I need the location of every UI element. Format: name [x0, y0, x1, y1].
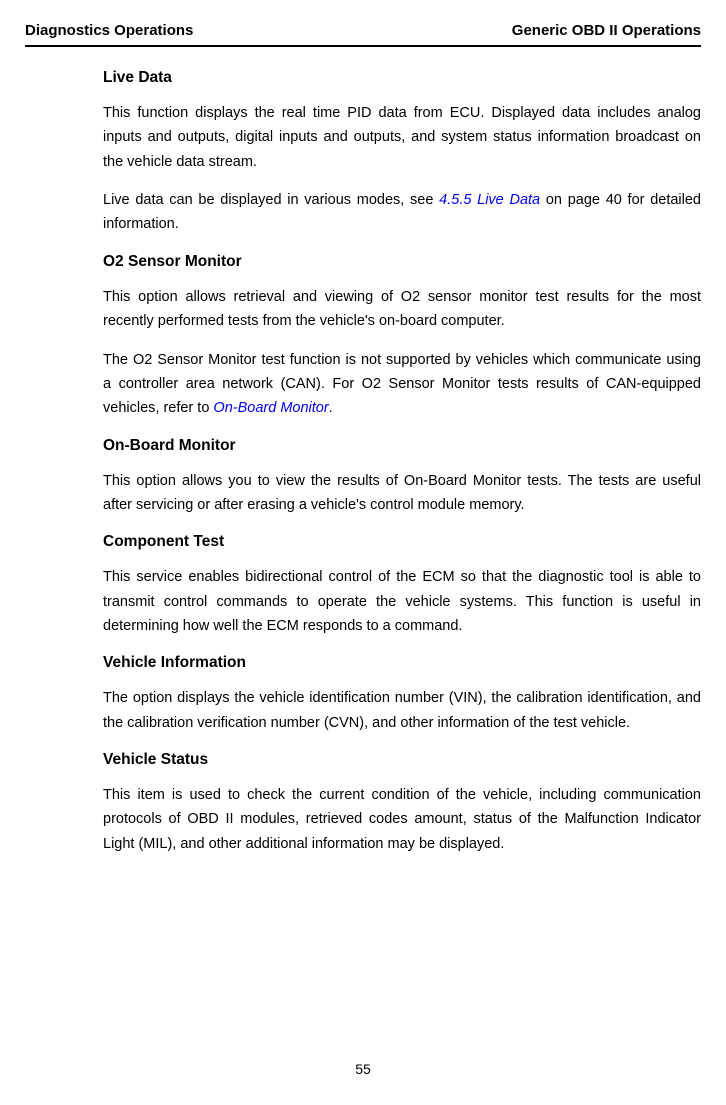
text-pre: The O2 Sensor Monitor test function is n… — [103, 352, 701, 417]
paragraph-vehicle-info-1: The option displays the vehicle identifi… — [103, 686, 701, 735]
paragraph-o2-sensor-2: The O2 Sensor Monitor test function is n… — [103, 348, 701, 421]
paragraph-on-board-1: This option allows you to view the resul… — [103, 469, 701, 518]
text-pre: Live data can be displayed in various mo… — [103, 192, 439, 208]
page-content: Live Data This function displays the rea… — [25, 69, 701, 856]
header-left: Diagnostics Operations — [25, 22, 193, 39]
header-right: Generic OBD II Operations — [512, 22, 701, 39]
link-live-data-ref[interactable]: 4.5.5 Live Data — [439, 192, 540, 208]
heading-vehicle-info: Vehicle Information — [103, 654, 701, 672]
heading-component-test: Component Test — [103, 533, 701, 551]
paragraph-live-data-1: This function displays the real time PID… — [103, 101, 701, 174]
paragraph-vehicle-status-1: This item is used to check the current c… — [103, 783, 701, 856]
heading-vehicle-status: Vehicle Status — [103, 751, 701, 769]
paragraph-component-test-1: This service enables bidirectional contr… — [103, 565, 701, 638]
page-header: Diagnostics Operations Generic OBD II Op… — [25, 22, 701, 47]
paragraph-o2-sensor-1: This option allows retrieval and viewing… — [103, 285, 701, 334]
paragraph-live-data-2: Live data can be displayed in various mo… — [103, 188, 701, 237]
page-number: 55 — [0, 1061, 726, 1077]
heading-o2-sensor: O2 Sensor Monitor — [103, 253, 701, 271]
text-post: . — [329, 400, 333, 416]
link-onboard-monitor-ref[interactable]: On-Board Monitor — [213, 400, 328, 416]
heading-on-board: On-Board Monitor — [103, 437, 701, 455]
heading-live-data: Live Data — [103, 69, 701, 87]
